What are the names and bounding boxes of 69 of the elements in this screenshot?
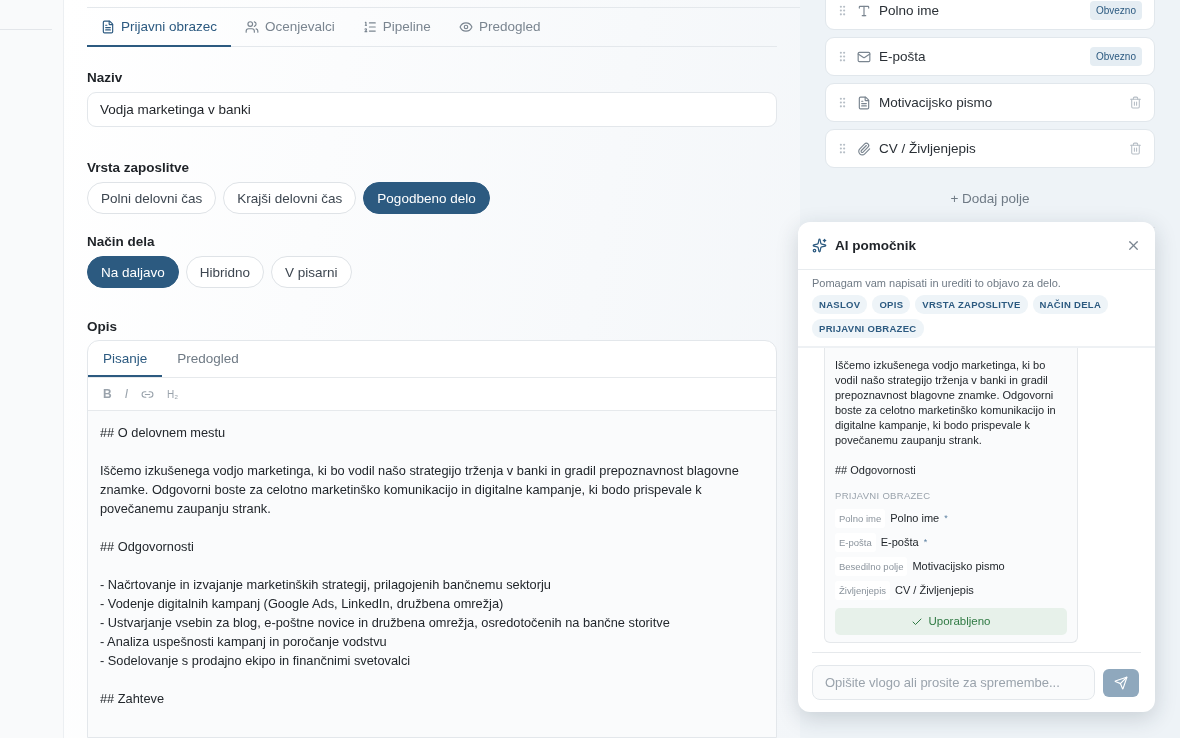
field-name: CV / Življenjepis — [879, 141, 976, 156]
field-label: Vrsta zaposlitve — [87, 160, 191, 175]
tab[interactable]: Pipeline — [348, 9, 445, 47]
field-type: Besedilno polje — [835, 557, 908, 576]
field-label: Način dela — [87, 234, 156, 249]
form-field-card[interactable]: E-pošta Obvezno — [825, 37, 1155, 76]
editor-text: Iščemo izkušenega vodjo marketinga, ki bo vodil našo strategijo trženja v banki in gradil prepoznavnost blagovne znamke. Odgovorni boste za celotno marketinško komunikacijo in digitalne kampanje, ki bodo prispevale k povečanemu zaupanju strank. — [100, 462, 740, 518]
editor-tab[interactable]: Predogled — [162, 341, 254, 377]
editor-text: ## Odgovornosti — [100, 538, 195, 556]
topic-tag[interactable]: OPIS — [872, 295, 911, 314]
field-name: Motivacijsko pismo — [912, 559, 1005, 574]
option-pill[interactable]: Krajši delovni čas — [223, 182, 357, 214]
field-name: E-pošta — [880, 535, 919, 550]
form-field-card[interactable]: Motivacijsko pismo — [825, 83, 1155, 122]
field-type: Življenjepis — [835, 581, 890, 600]
form-field-card[interactable]: CV / Življenjepis — [825, 129, 1155, 168]
title-input[interactable]: Vodja marketinga v banki — [87, 92, 777, 127]
text-icon — [857, 3, 871, 18]
eye-icon — [458, 19, 473, 34]
document-icon — [857, 95, 871, 110]
field-label: Opis — [87, 319, 118, 334]
field-name: Polno ime — [890, 511, 940, 526]
topic-tag[interactable]: NASLOV — [812, 295, 868, 314]
option-pill[interactable]: Hibridno — [185, 256, 265, 288]
paperclip-icon — [857, 141, 871, 156]
trash-icon[interactable] — [1129, 96, 1142, 109]
add-field-button[interactable]: + Dodaj polje — [950, 175, 1030, 220]
intro-text: Pomagam vam napisati in urediti to objavo za delo. — [812, 277, 1062, 289]
option-pill[interactable]: Polni delovni čas — [87, 182, 217, 214]
send-icon — [1114, 675, 1128, 690]
form-field-card[interactable]: Polno ime Obvezno — [825, 0, 1155, 30]
field-label: Naziv — [87, 70, 124, 85]
topic-tag[interactable]: PRIJAVNI OBRAZEC — [812, 319, 924, 338]
required-badge: Obvezno — [1089, 1, 1142, 20]
editor-text: ## O delovnem mestu — [100, 424, 227, 442]
mail-icon — [857, 49, 871, 64]
close-icon[interactable] — [1126, 238, 1141, 253]
field-type: E-pošta — [835, 533, 876, 552]
field-type: Polno ime — [835, 509, 886, 528]
tab[interactable]: Ocenjevalci — [231, 9, 349, 47]
option-pill[interactable]: V pisarni — [271, 256, 352, 288]
message-text: Iščemo izkušenega vodjo marketinga, ki bo vodil našo strategijo trženja v banki in gradil prepoznavnost blagovne znamke. Odgovorni boste za celotno marketinško komunikacijo in digitalne kampanje, ki bodo prispevale k povečanemu zaupanju strank. — [835, 358, 1057, 448]
field-name: E-pošta — [879, 49, 926, 64]
option-pill[interactable]: Pogodbeno delo — [363, 182, 490, 214]
field-name: Polno ime — [879, 3, 940, 18]
editor-text: - Načrtovanje in izvajanje marketinških strategij, prilagojenih bančnemu sektorju - Vodenje digitalnih kampanj (Google Ads, LinkedIn, družbena omrežja) - Ustvarjanje vsebin za blog, e-poštne novice in družbena omrežja, osredotočenih na bančne storitve - Analiza uspešnosti kampanj in poročanje vodstvu - Sodelovanje s prodajno ekipo in finančnimi svetovalci — [100, 576, 671, 670]
topic-tag[interactable]: VRSTA ZAPOSLITVE — [915, 295, 1028, 314]
send-button[interactable] — [1103, 668, 1139, 697]
document-icon — [101, 19, 115, 34]
trash-icon[interactable] — [1129, 142, 1142, 155]
field-name: Motivacijsko pismo — [879, 95, 993, 110]
editor-text: ## Zahteve — [100, 690, 166, 708]
message-input[interactable]: Opišite vlogo ali prosite za spremembe... — [812, 665, 1095, 700]
required-mark: * — [923, 536, 928, 549]
required-mark: * — [944, 512, 948, 525]
sparkles-icon — [812, 238, 827, 253]
form-title: PRIJAVNI OBRAZEC — [835, 489, 932, 503]
tab[interactable]: Prijavni obrazec — [87, 9, 232, 47]
panel-title: AI pomočnik — [835, 238, 916, 253]
list-icon — [362, 19, 377, 34]
option-pill[interactable]: Na daljavo — [87, 256, 179, 288]
editor-tab[interactable]: Pisanje — [88, 341, 163, 377]
required-badge: Obvezno — [1089, 47, 1142, 66]
users-icon — [245, 19, 260, 34]
message-heading: ## Odgovornosti — [835, 463, 917, 478]
tab[interactable]: Predogled — [444, 9, 555, 47]
topic-tag[interactable]: NAČIN DELA — [1032, 295, 1109, 314]
field-name: CV / Življenjepis — [895, 583, 974, 598]
applied-button[interactable]: Uporabljeno — [835, 608, 1067, 635]
